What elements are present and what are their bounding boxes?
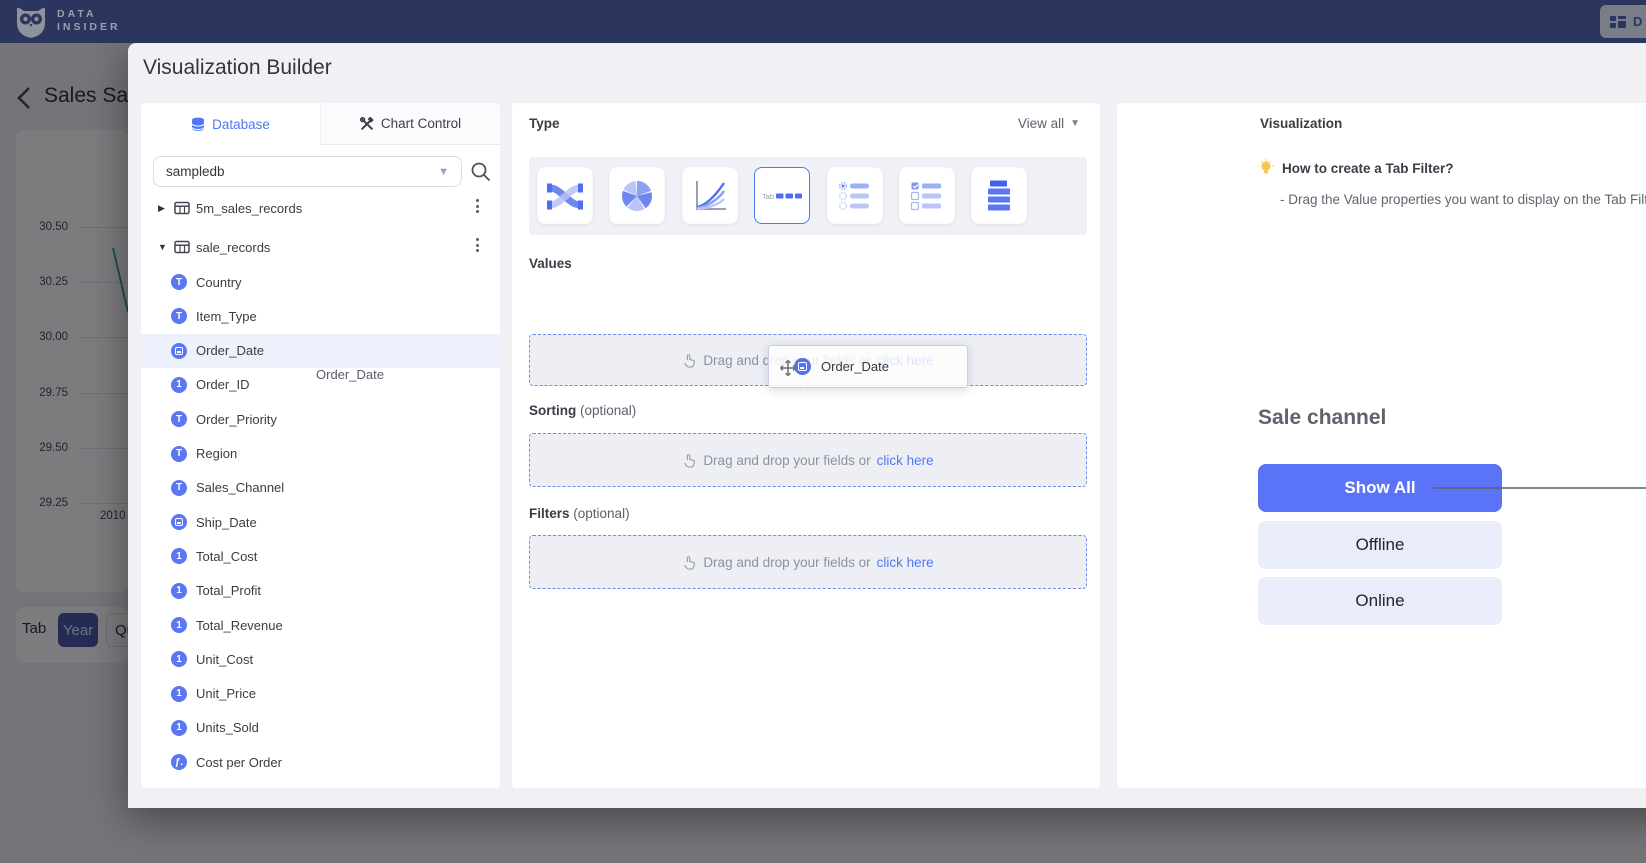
tools-icon [360,117,374,131]
tab-database-label: Database [212,117,270,132]
tree-item-unit-cost[interactable]: 1 Unit_Cost [141,642,500,676]
tree-item-cost-per-order[interactable]: ƒ. Cost per Order [141,745,500,779]
chip-label: Order_Date [821,359,889,374]
values-section-label: Values [529,256,572,271]
text-field-icon: T [171,446,187,462]
preview-button-offline[interactable]: Offline [1258,521,1502,569]
tree-item-order-priority[interactable]: T Order_Priority [141,402,500,436]
tree-item-5m-sales-records[interactable]: ▶ 5m_sales_records [141,191,500,225]
chart-type-radio-filter[interactable] [827,167,883,224]
chart-type-line-chart[interactable] [682,167,738,224]
logo-text[interactable]: DATA INSIDER [57,8,121,34]
visualization-panel: Visualization How to create a Tab Filter… [1117,103,1646,788]
field-tree: ▶ 5m_sales_records ▼ sale_records T Coun… [141,191,500,788]
tip-title: How to create a Tab Filter? [1282,161,1454,176]
text-field-icon: T [171,274,187,290]
view-all-label: View all [1018,116,1064,131]
annotation-arrow [1433,481,1646,495]
tree-item-unit-price[interactable]: 1 Unit_Price [141,677,500,711]
dashboard-nav-button[interactable]: D [1600,5,1646,38]
tab-chart-control-label: Chart Control [381,116,461,131]
dragged-field-chip[interactable]: Order_Date [768,345,968,388]
number-field-icon: 1 [171,651,187,667]
kebab-menu-icon[interactable] [472,199,482,213]
number-field-icon: 1 [171,548,187,564]
database-panel: Database Chart Control sampledb ▼ [141,103,500,788]
grab-hand-icon [682,555,697,570]
dashboard-icon [1610,15,1626,29]
number-field-icon: 1 [171,686,187,702]
number-field-icon: 1 [171,617,187,633]
tab-database[interactable]: Database [141,103,320,145]
tree-item-total-revenue[interactable]: 1 Total_Revenue [141,608,500,642]
panel-tabbar: Database Chart Control [141,103,500,145]
move-icon [779,359,797,377]
tree-item-sales-channel[interactable]: T Sales_Channel [141,471,500,505]
kebab-menu-icon[interactable] [472,238,482,252]
dropzone-click-here-link[interactable]: click here [877,555,934,570]
chart-type-strip: Tab [529,157,1087,235]
function-field-icon: ƒ. [171,754,187,770]
tree-item-order-date[interactable]: Order_Date [141,334,500,368]
dropzone-text: Drag and drop your fields or [703,453,870,468]
tip-body: - Drag the Value properties you want to … [1280,192,1646,207]
svg-text:Tab: Tab [762,192,774,201]
builder-panel: Type View all ▼ Tab Values Drag and drop… [512,103,1100,788]
drag-ghost-label: Order_Date [316,367,384,382]
chart-type-sankey-chart[interactable] [537,167,593,224]
filters-dropzone[interactable]: Drag and drop your fields or click here [529,535,1087,589]
top-navbar: DATA INSIDER D [0,0,1646,43]
text-field-icon: T [171,480,187,496]
preview-title: Sale channel [1258,406,1386,430]
tree-item-total-cost[interactable]: 1 Total_Cost [141,539,500,573]
tab-chart-control[interactable]: Chart Control [320,103,500,145]
lightbulb-icon [1258,159,1274,177]
dashboard-button-label: D [1633,14,1642,29]
chart-type-checkbox-filter[interactable] [899,167,955,224]
tree-item-item-type[interactable]: T Item_Type [141,299,500,333]
database-select[interactable]: sampledb ▼ [153,156,462,187]
chart-type-tab-filter[interactable]: Tab [754,167,810,224]
chevron-down-icon: ▼ [1070,118,1080,129]
table-icon [174,239,190,258]
preview-button-online[interactable]: Online [1258,577,1502,625]
sorting-section-label: Sorting (optional) [529,403,636,418]
database-select-value: sampledb [166,164,225,179]
chart-type-dropdown-filter[interactable] [971,167,1027,224]
tree-item-units-sold[interactable]: 1 Units_Sold [141,711,500,745]
number-field-icon: 1 [171,720,187,736]
modal-title: Visualization Builder [143,56,332,80]
visualization-builder-modal: Visualization Builder Database [128,43,1646,808]
date-field-icon [171,343,187,359]
caret-right-icon[interactable]: ▶ [158,203,170,214]
filters-section-label: Filters (optional) [529,506,630,521]
tree-item-sale-records[interactable]: ▼ sale_records [141,230,500,264]
grab-hand-icon [682,453,697,468]
grab-hand-icon [682,353,697,368]
tree-item-ship-date[interactable]: Ship_Date [141,505,500,539]
view-all-button[interactable]: View all ▼ [1018,116,1080,131]
visualization-header: Visualization [1260,116,1342,131]
text-field-icon: T [171,308,187,324]
text-field-icon: T [171,411,187,427]
dropzone-click-here-link[interactable]: click here [877,453,934,468]
number-field-icon: 1 [171,377,187,393]
table-icon [174,200,190,219]
tree-item-region[interactable]: T Region [141,437,500,471]
owl-logo-icon[interactable] [13,4,49,40]
screen: Sales Sa 30.50 30.25 30.00 29.75 29.50 2… [0,0,1646,863]
search-icon[interactable] [469,160,493,184]
caret-down-icon[interactable]: ▼ [158,242,170,252]
sorting-dropzone[interactable]: Drag and drop your fields or click here [529,433,1087,487]
type-section-label: Type [529,116,560,131]
chevron-down-icon: ▼ [438,166,449,178]
tree-item-total-profit[interactable]: 1 Total_Profit [141,574,500,608]
chart-type-pie-chart[interactable] [609,167,665,224]
database-icon [191,117,205,132]
number-field-icon: 1 [171,583,187,599]
date-field-icon [171,514,187,530]
dropzone-text: Drag and drop your fields or [703,555,870,570]
tree-item-country[interactable]: T Country [141,265,500,299]
